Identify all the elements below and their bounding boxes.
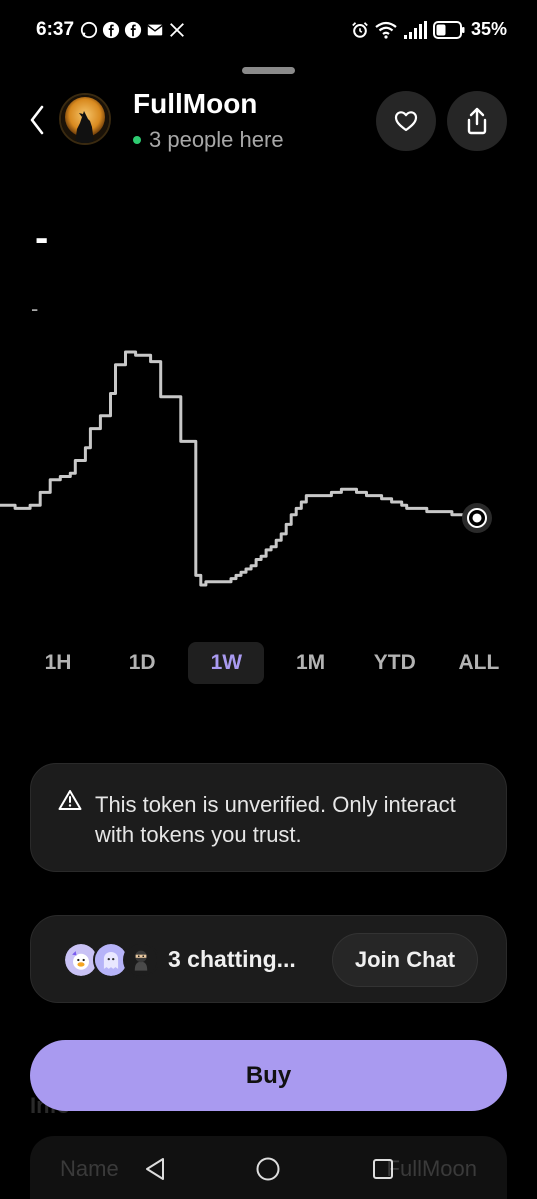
notification-icons: [80, 21, 186, 39]
battery-icon: [432, 20, 465, 39]
facebook-icon: [124, 21, 142, 39]
tab-ytd[interactable]: YTD: [357, 642, 433, 684]
sheet-grabber[interactable]: [242, 67, 295, 74]
presence-text: 3 people here: [149, 127, 284, 152]
signal-icon: [403, 20, 427, 39]
chat-count: 3 chatting...: [168, 946, 296, 972]
tab-all[interactable]: ALL: [441, 642, 517, 684]
timeframe-tabs: 1H 1D 1W 1M YTD ALL: [20, 642, 517, 684]
nav-home-button[interactable]: [253, 1154, 283, 1184]
nav-back-button[interactable]: [140, 1154, 170, 1184]
mail-icon: [147, 24, 163, 36]
tab-1m[interactable]: 1M: [273, 642, 349, 684]
warning-triangle-icon: [58, 790, 82, 810]
price-chart[interactable]: [0, 330, 537, 610]
price-line: [0, 350, 477, 587]
wolf-moon-logo-icon: [61, 95, 109, 143]
chevron-left-icon: [30, 105, 44, 135]
home-circle-icon: [256, 1157, 280, 1181]
status-time: 6:37: [36, 19, 75, 40]
online-dot: [133, 136, 141, 144]
chat-avatars: [63, 942, 159, 978]
system-icons: 35%: [351, 19, 507, 40]
chat-avatar-ninja: [123, 942, 159, 978]
back-triangle-icon: [146, 1158, 164, 1180]
tab-1h[interactable]: 1H: [20, 642, 96, 684]
share-button[interactable]: [447, 91, 507, 151]
token-avatar: [59, 93, 111, 145]
nav-recents-button[interactable]: [368, 1154, 398, 1184]
wifi-icon: [375, 21, 397, 39]
price-change: -: [31, 296, 39, 321]
unverified-warning: This token is unverified. Only interact …: [30, 763, 507, 872]
tab-1d[interactable]: 1D: [104, 642, 180, 684]
buy-button[interactable]: Buy: [30, 1040, 507, 1111]
battery-level: 35%: [470, 19, 507, 39]
whatsapp-icon: [80, 21, 98, 39]
share-icon: [467, 107, 487, 135]
heart-icon: [394, 111, 418, 132]
x-icon: [170, 23, 184, 37]
tab-1w[interactable]: 1W: [188, 642, 265, 684]
alarm-icon: [352, 21, 368, 38]
favorite-button[interactable]: [376, 91, 436, 151]
chart-endpoint-dot: [472, 513, 482, 523]
status-bar: 6:37 35%: [0, 0, 537, 60]
token-name: FullMoon: [133, 88, 258, 119]
presence-indicator: 3 people here: [133, 127, 284, 153]
recents-square-icon: [373, 1159, 393, 1179]
warning-text: This token is unverified. Only interact …: [95, 792, 456, 847]
system-nav-bar: [0, 1140, 537, 1199]
join-chat-button[interactable]: Join Chat: [332, 933, 478, 987]
facebook-icon: [102, 21, 120, 39]
chat-card[interactable]: 3 chatting... Join Chat: [30, 915, 507, 1003]
price-value: -: [35, 216, 49, 260]
back-button[interactable]: [22, 100, 52, 140]
